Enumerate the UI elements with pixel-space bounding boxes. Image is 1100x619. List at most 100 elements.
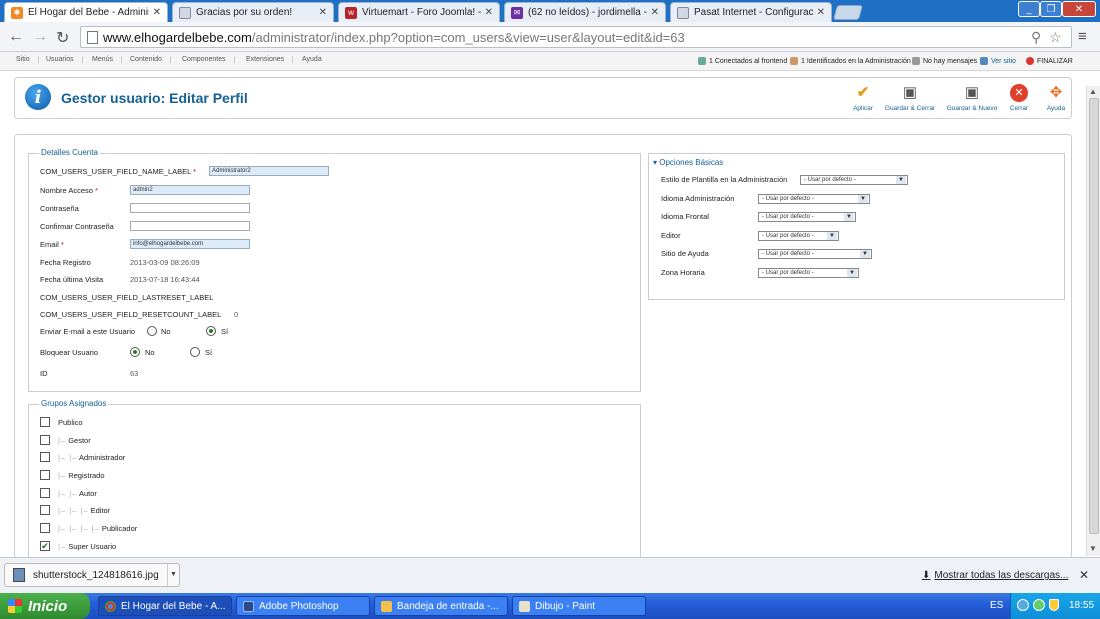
content-area: Detalles Cuenta COM_USERS_USER_FIELD_NAM…: [14, 134, 1072, 564]
reload-icon[interactable]: ↻: [56, 28, 69, 48]
id-value: 63: [130, 369, 139, 378]
task-photoshop[interactable]: Adobe Photoshop: [236, 596, 370, 616]
close-icon[interactable]: ✕: [319, 7, 327, 18]
group-editor-label: |– |– |– Editor: [58, 506, 111, 515]
email-label: Email *: [40, 240, 64, 249]
group-super-usuario-label: |– Super Usuario: [58, 542, 117, 551]
save-close-button[interactable]: ▣ Guardar & Cerrar: [880, 84, 940, 112]
task-mail[interactable]: Bandeja de entrada -...: [374, 596, 508, 616]
minimize-icon[interactable]: _: [1018, 1, 1040, 17]
scroll-down-arrow-icon[interactable]: ▼: [1089, 544, 1097, 553]
shield-icon[interactable]: [1049, 599, 1059, 611]
clock: 18:55: [1069, 600, 1095, 611]
bookmark-star-icon[interactable]: ☆: [1049, 29, 1062, 46]
password-input[interactable]: [130, 203, 250, 213]
browser-tab-yahoo[interactable]: ✉ (62 no leídos) - jordimella - Y ✕: [504, 2, 666, 22]
group-super-usuario-checkbox[interactable]: ✔: [40, 541, 50, 551]
timezone-select[interactable]: - Usar por defecto - ▼: [758, 268, 859, 278]
view-site-link[interactable]: Ver sitio: [980, 57, 1016, 65]
last-visit-label: Fecha última Visita: [40, 275, 104, 284]
admin-menu-bar: Sitio Usuarios Menús Contenido Component…: [0, 52, 1100, 71]
scroll-thumb[interactable]: [1089, 98, 1099, 534]
name-input[interactable]: Administrator2: [209, 166, 329, 176]
virtuemart-icon: w: [345, 6, 357, 19]
group-gestor-checkbox[interactable]: [40, 435, 50, 445]
chevron-down-icon: ▼: [827, 232, 837, 240]
forward-arrow-icon[interactable]: →: [32, 28, 48, 46]
block-no-label: No: [145, 348, 155, 357]
group-publico-checkbox[interactable]: [40, 417, 50, 427]
send-email-yes-label: Sí: [221, 327, 229, 336]
page-icon: [87, 31, 98, 44]
menu-menus[interactable]: Menús: [92, 56, 123, 63]
start-button[interactable]: Inicio: [0, 593, 90, 619]
search-icon[interactable]: ⚲: [1031, 29, 1041, 46]
timezone-label: Zona Horaria: [661, 268, 705, 277]
username-input[interactable]: admin2: [130, 185, 250, 195]
menu-componentes[interactable]: Componentes: [182, 56, 235, 63]
window-close-icon[interactable]: ✕: [1062, 1, 1096, 17]
send-email-label: Enviar E-mail a este Usuario: [40, 327, 136, 336]
browser-tab-virtuemart[interactable]: w Virtuemart - Foro Joomla! - S ✕: [338, 2, 500, 22]
last-reset-label: COM_USERS_USER_FIELD_LASTRESET_LABEL: [40, 293, 214, 302]
task-chrome[interactable]: El Hogar del Bebe - A...: [98, 596, 232, 616]
help-site-select[interactable]: - Usar por defecto - ▼: [758, 249, 872, 259]
group-publicador-label: |– |– |– |– Publicador: [58, 524, 138, 533]
close-icon[interactable]: ✕: [485, 7, 493, 18]
confirm-password-input[interactable]: [130, 221, 250, 231]
language-indicator[interactable]: ES: [990, 600, 1003, 611]
block-user-label: Bloquear Usuario: [40, 348, 98, 357]
frontend-language-select[interactable]: - Usar por defecto - ▼: [758, 212, 856, 222]
group-registrado-checkbox[interactable]: [40, 470, 50, 480]
email-input[interactable]: info@elhogardelbebe.com: [130, 239, 250, 249]
show-all-downloads-link[interactable]: ⬇ Mostrar todas las descargas...: [922, 570, 1068, 581]
help-button[interactable]: ✥ Ayuda: [1026, 84, 1086, 112]
logout-link[interactable]: FINALIZAR: [1026, 57, 1073, 65]
users-icon: [698, 57, 706, 65]
send-email-yes-radio[interactable]: [206, 326, 216, 336]
name-label: COM_USERS_USER_FIELD_NAME_LABEL *: [40, 167, 197, 176]
chevron-down-icon[interactable]: ▼: [167, 564, 179, 586]
close-icon[interactable]: ✕: [651, 7, 659, 18]
menu-usuarios[interactable]: Usuarios: [46, 56, 83, 63]
menu-icon[interactable]: ≡: [1078, 28, 1087, 45]
close-icon[interactable]: ✕: [1079, 568, 1089, 582]
antivirus-icon[interactable]: [1033, 599, 1045, 611]
paint-icon: [519, 600, 530, 612]
browser-tab-pasat[interactable]: Pasat Internet - Configuraci ✕: [670, 2, 832, 22]
send-email-no-radio[interactable]: [147, 326, 157, 336]
chevron-down-icon: ▼: [847, 269, 857, 277]
address-bar[interactable]: www.elhogardelbebe.com/administrator/ind…: [80, 26, 1072, 48]
maximize-icon[interactable]: ❐: [1040, 1, 1062, 17]
help-site-label: Sitio de Ayuda: [661, 249, 709, 258]
menu-ayuda[interactable]: Ayuda: [302, 56, 330, 63]
close-icon[interactable]: ✕: [153, 7, 161, 18]
block-no-radio[interactable]: [130, 347, 140, 357]
scroll-up-arrow-icon[interactable]: ▲: [1089, 87, 1097, 96]
close-icon[interactable]: ✕: [817, 7, 825, 18]
network-icon[interactable]: [1017, 599, 1029, 611]
group-administrador-checkbox[interactable]: [40, 452, 50, 462]
windows-flag-icon: [8, 599, 22, 613]
page-scrollbar[interactable]: ▲ ▼: [1086, 86, 1100, 556]
admin-template-select[interactable]: - Usar por defecto - ▼: [800, 175, 908, 185]
task-paint[interactable]: Dibujo - Paint: [512, 596, 646, 616]
editor-select[interactable]: - Usar por defecto - ▼: [758, 231, 839, 241]
group-publicador-checkbox[interactable]: [40, 523, 50, 533]
browser-tab-hogar[interactable]: ✱ El Hogar del Bebe - Administ ✕: [4, 2, 168, 22]
back-arrow-icon[interactable]: ←: [8, 28, 24, 46]
download-item[interactable]: shutterstock_124818616.jpg ▼: [4, 563, 180, 587]
chevron-down-icon: ▼: [896, 176, 906, 184]
browser-tab-gracias[interactable]: Gracias por su orden! ✕: [172, 2, 334, 22]
group-editor-checkbox[interactable]: [40, 505, 50, 515]
new-tab-button[interactable]: [832, 5, 864, 20]
block-yes-radio[interactable]: [190, 347, 200, 357]
chevron-down-icon: ▼: [844, 213, 854, 221]
menu-contenido[interactable]: Contenido: [130, 56, 171, 63]
menu-sitio[interactable]: Sitio: [16, 56, 39, 63]
account-details-panel: Detalles Cuenta COM_USERS_USER_FIELD_NAM…: [28, 148, 641, 392]
group-autor-checkbox[interactable]: [40, 488, 50, 498]
menu-extensiones[interactable]: Extensiones: [246, 56, 294, 63]
admin-language-select[interactable]: - Usar por defecto - ▼: [758, 194, 870, 204]
basic-options-header[interactable]: ▾ Opciones Básicas: [653, 158, 723, 167]
